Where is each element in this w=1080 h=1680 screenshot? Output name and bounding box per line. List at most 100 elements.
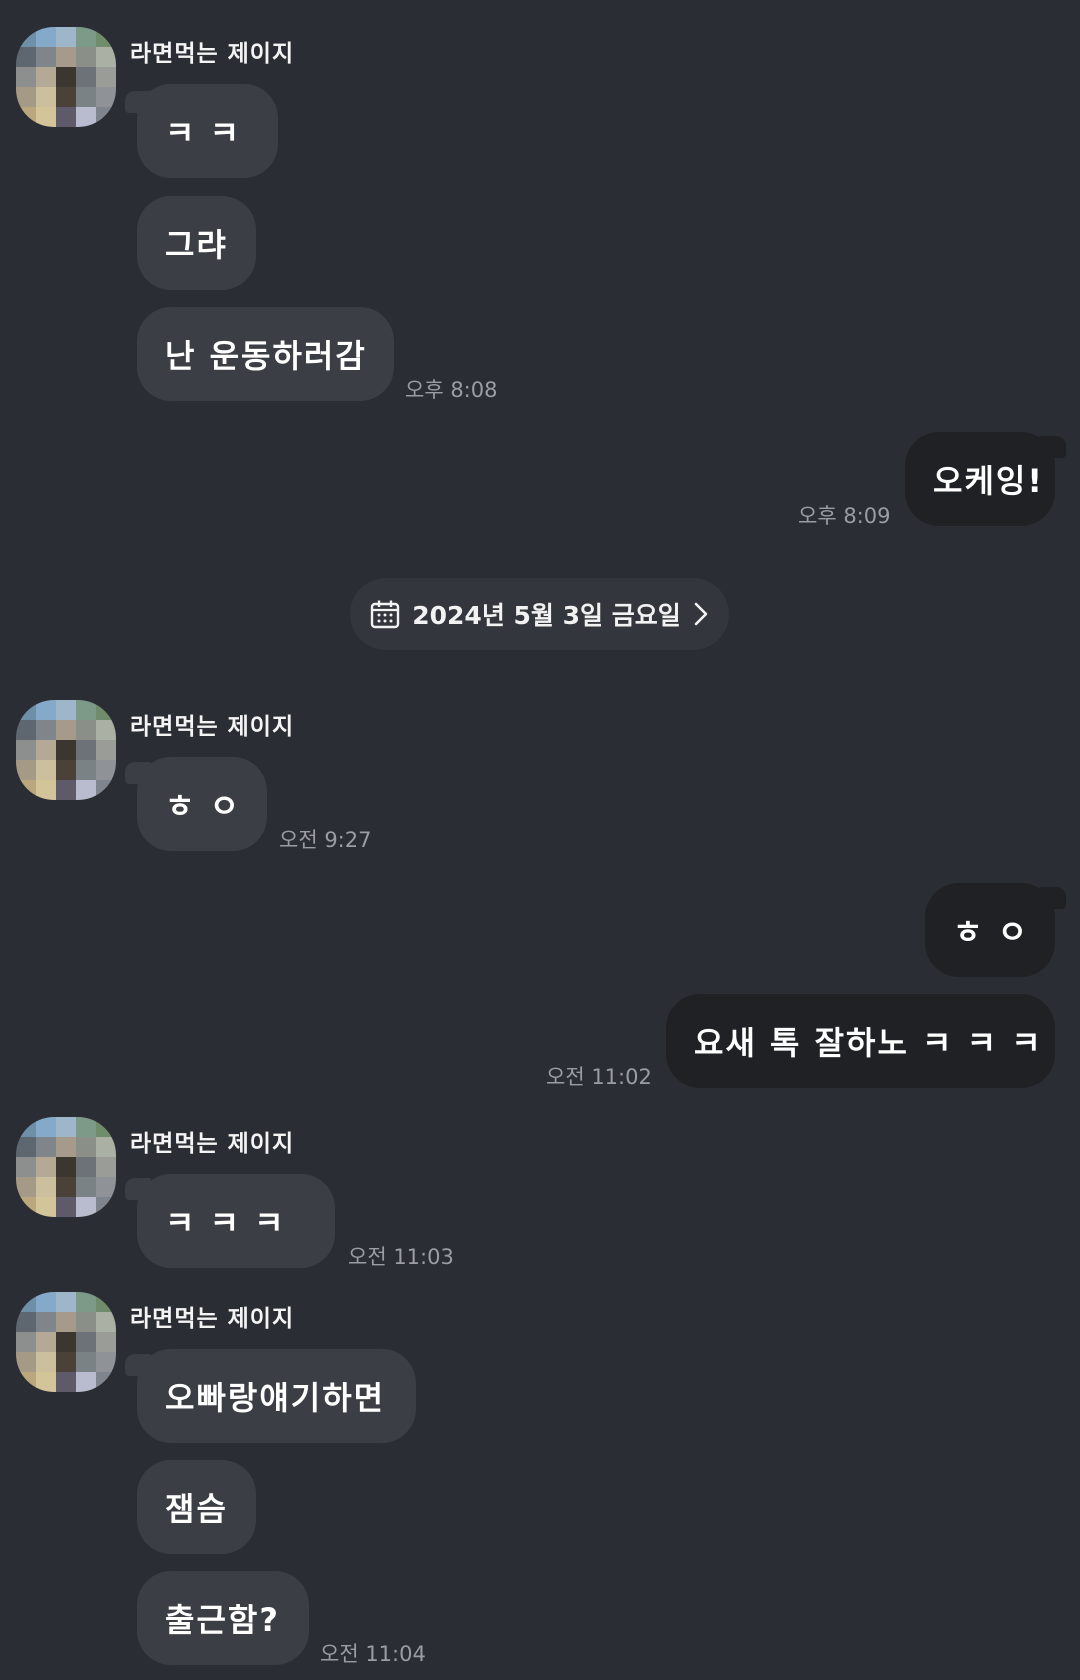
avatar-pixel <box>56 27 76 47</box>
avatar-pixel <box>96 700 116 720</box>
avatar-pixel <box>36 1117 56 1137</box>
message-time: 오전 9:27 <box>279 828 372 852</box>
avatar-pixel <box>56 740 76 760</box>
avatar-pixel <box>16 1292 36 1312</box>
message-bubble[interactable]: ㅋ ㅋ ㅋ <box>137 1174 335 1268</box>
message-bubble[interactable]: ㅎ ㅇ <box>137 757 267 851</box>
avatar-pixel <box>36 1312 56 1332</box>
avatar-pixel <box>76 1177 96 1197</box>
avatar-pixel <box>36 760 56 780</box>
message-time: 오후 8:08 <box>405 378 498 402</box>
avatar-pixel <box>56 1372 76 1392</box>
message-time: 오전 11:04 <box>320 1642 426 1666</box>
avatar-pixel <box>76 27 96 47</box>
avatar-pixel <box>36 107 56 127</box>
avatar-pixel <box>36 740 56 760</box>
avatar-pixel <box>76 760 96 780</box>
avatar-pixel <box>36 1157 56 1177</box>
avatar-pixel <box>56 760 76 780</box>
avatar-pixel <box>36 1372 56 1392</box>
avatar-pixel <box>76 47 96 67</box>
message-bubble[interactable]: 출근함? <box>137 1571 309 1665</box>
avatar-pixel <box>56 780 76 800</box>
avatar-pixel <box>56 1177 76 1197</box>
sender-name: 라면먹는 제이지 <box>130 1131 295 1157</box>
avatar-pixel <box>16 27 36 47</box>
avatar-pixel <box>16 1117 36 1137</box>
avatar-pixel <box>56 700 76 720</box>
chat-room: 라면먹는 제이지 ㅋ ㅋ 그랴 난 운동하러감 오후 8:08 오케잉! 오후 … <box>0 0 1080 1680</box>
message-bubble[interactable]: 요새 톡 잘하노 ㅋ ㅋ ㅋ <box>666 994 1055 1088</box>
avatar-pixel <box>16 87 36 107</box>
avatar-pixel <box>36 1137 56 1157</box>
avatar-pixel <box>96 1332 116 1352</box>
avatar-pixel <box>36 87 56 107</box>
avatar-pixel <box>56 67 76 87</box>
avatar-pixel <box>76 1312 96 1332</box>
avatar-pixel <box>16 760 36 780</box>
date-divider[interactable]: 2024년 5월 3일 금요일 <box>350 578 729 650</box>
avatar-pixel <box>96 1197 116 1217</box>
avatar-pixel <box>16 1157 36 1177</box>
message-time: 오후 8:09 <box>798 504 891 528</box>
avatar-pixel <box>16 1312 36 1332</box>
avatar-pixel <box>96 67 116 87</box>
avatar[interactable] <box>16 27 116 127</box>
avatar-pixel <box>76 87 96 107</box>
avatar-pixel <box>96 107 116 127</box>
avatar-pixel <box>96 740 116 760</box>
avatar[interactable] <box>16 700 116 800</box>
message-bubble[interactable]: 잼슴 <box>137 1460 256 1554</box>
message-time: 오전 11:03 <box>348 1245 454 1269</box>
avatar-pixel <box>96 87 116 107</box>
avatar-pixel <box>56 1157 76 1177</box>
avatar-pixel <box>96 780 116 800</box>
avatar-pixel <box>16 700 36 720</box>
avatar-pixel <box>36 1197 56 1217</box>
avatar-pixel <box>36 700 56 720</box>
avatar-pixel <box>16 1372 36 1392</box>
avatar-pixel <box>96 47 116 67</box>
avatar-pixel <box>76 67 96 87</box>
calendar-icon <box>370 599 400 629</box>
avatar-pixel <box>16 720 36 740</box>
avatar-pixel <box>56 1312 76 1332</box>
avatar-pixel <box>36 1177 56 1197</box>
avatar-pixel <box>96 1312 116 1332</box>
avatar-pixel <box>16 1177 36 1197</box>
avatar-pixel <box>96 1372 116 1392</box>
avatar-pixel <box>96 760 116 780</box>
avatar-pixel <box>76 720 96 740</box>
avatar-pixel <box>16 780 36 800</box>
message-bubble[interactable]: 오케잉! <box>905 432 1055 526</box>
avatar-pixel <box>76 1157 96 1177</box>
avatar[interactable] <box>16 1292 116 1392</box>
avatar-pixel <box>36 27 56 47</box>
avatar-pixel <box>16 1332 36 1352</box>
date-label: 2024년 5월 3일 금요일 <box>412 601 681 630</box>
chevron-right-icon <box>693 601 709 627</box>
avatar[interactable] <box>16 1117 116 1217</box>
avatar-pixel <box>96 27 116 47</box>
message-bubble[interactable]: 난 운동하러감 <box>137 307 394 401</box>
avatar-pixel <box>36 720 56 740</box>
sender-name: 라면먹는 제이지 <box>130 1306 295 1332</box>
avatar-pixel <box>76 1197 96 1217</box>
avatar-pixel <box>16 67 36 87</box>
avatar-pixel <box>16 47 36 67</box>
avatar-pixel <box>36 1292 56 1312</box>
message-bubble[interactable]: 그랴 <box>137 196 256 290</box>
avatar-pixel <box>56 107 76 127</box>
avatar-pixel <box>96 720 116 740</box>
avatar-pixel <box>76 107 96 127</box>
message-bubble[interactable]: ㅎ ㅇ <box>925 883 1055 977</box>
avatar-pixel <box>56 87 76 107</box>
message-bubble[interactable]: ㅋ ㅋ <box>137 84 278 178</box>
avatar-pixel <box>76 700 96 720</box>
avatar-pixel <box>36 1332 56 1352</box>
avatar-pixel <box>76 740 96 760</box>
avatar-pixel <box>56 1137 76 1157</box>
avatar-pixel <box>16 1137 36 1157</box>
message-bubble[interactable]: 오빠랑얘기하면 <box>137 1349 416 1443</box>
sender-name: 라면먹는 제이지 <box>130 714 295 740</box>
